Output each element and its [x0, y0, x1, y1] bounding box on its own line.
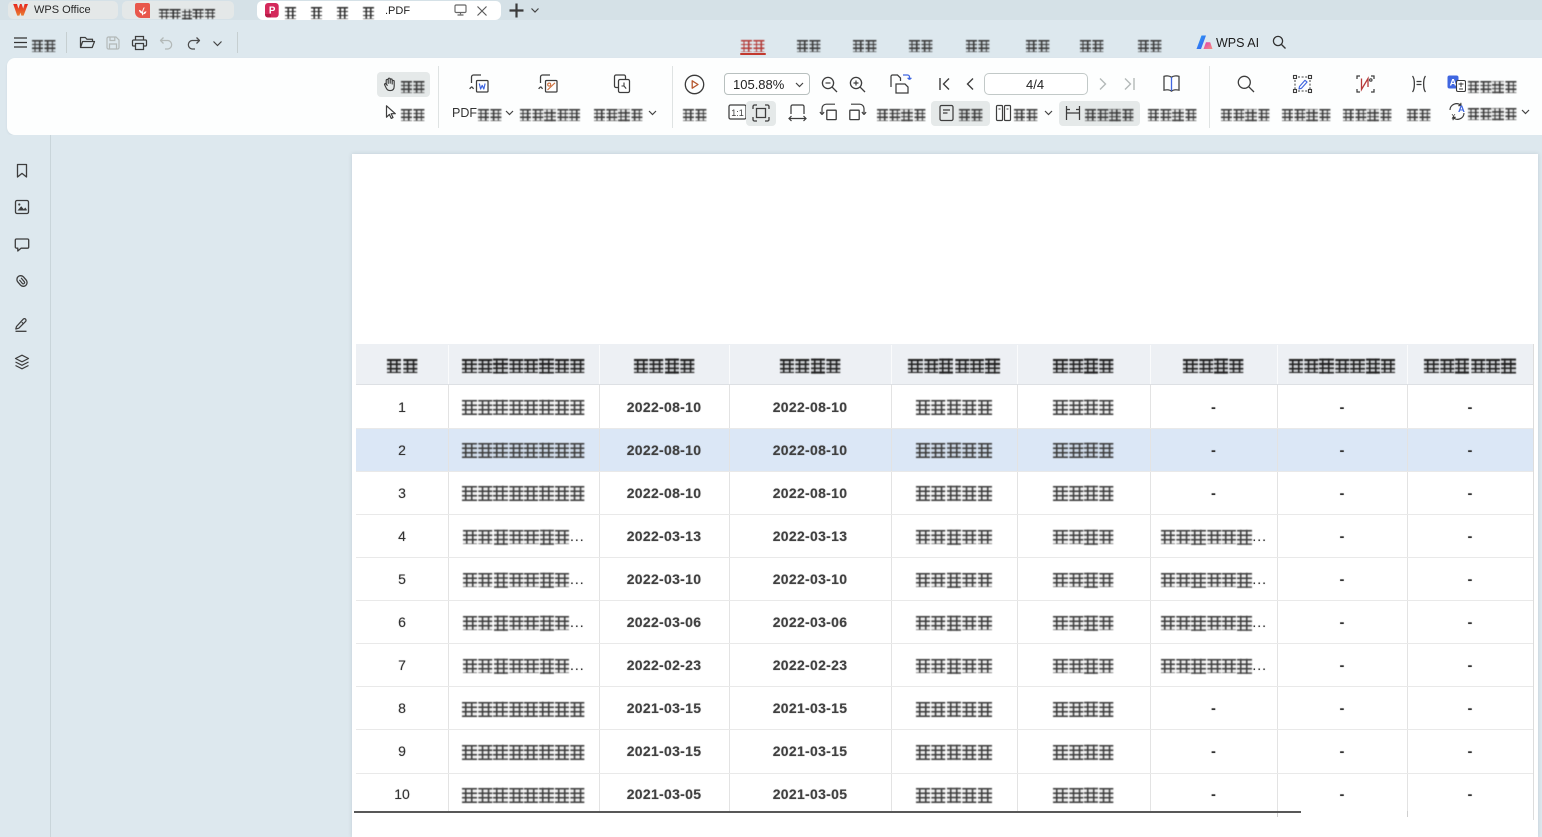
svg-text:A: A — [1458, 104, 1465, 115]
svg-text:1:1: 1:1 — [731, 108, 744, 118]
svg-text:x: x — [1452, 112, 1456, 121]
svg-text:A: A — [1450, 78, 1457, 89]
svg-text:P: P — [269, 5, 276, 16]
